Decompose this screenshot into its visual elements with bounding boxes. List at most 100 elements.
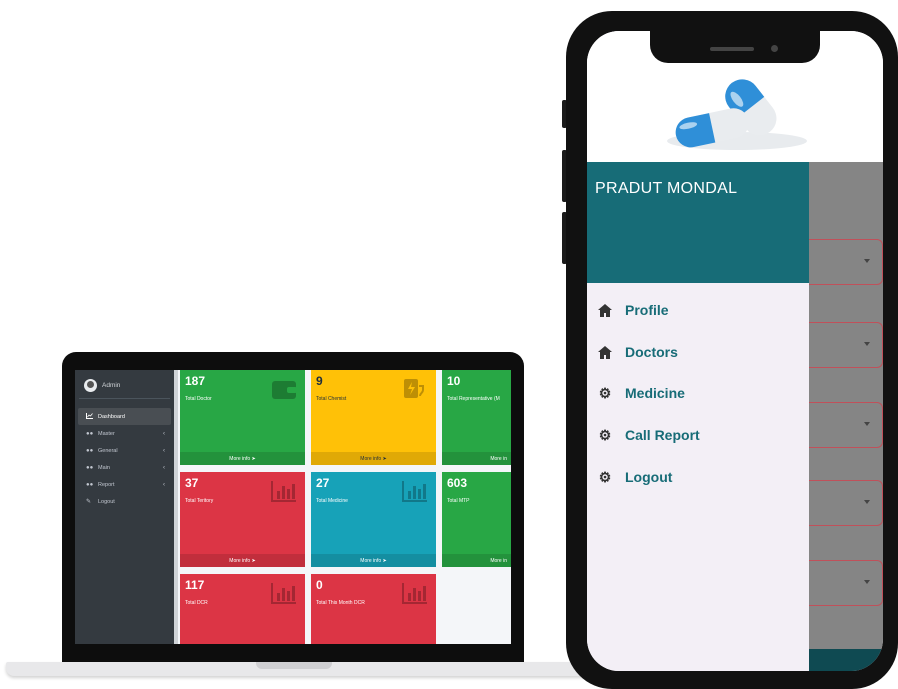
sidebar-item-logout[interactable]: ✎ Logout bbox=[78, 493, 171, 510]
sidebar-item-dashboard[interactable]: Dashboard bbox=[78, 408, 171, 425]
speaker bbox=[710, 47, 754, 51]
arrow-circle-right-icon: ➤ bbox=[382, 455, 387, 462]
stat-label: Total This Month DCR bbox=[316, 600, 365, 606]
laptop-frame: Admin Dashboard ●● Master ‹ ●● General ‹… bbox=[62, 352, 524, 664]
users-icon: ●● bbox=[86, 430, 94, 437]
drawer-item-doctors[interactable]: Doctors bbox=[597, 340, 678, 364]
sidebar-user[interactable]: Admin bbox=[84, 377, 120, 393]
stat-box-total-chemist: 9 Total Chemist More info ➤ bbox=[311, 370, 436, 465]
stat-value: 0 bbox=[316, 578, 323, 592]
drawer-item-label: Medicine bbox=[625, 385, 685, 401]
users-icon: ●● bbox=[86, 464, 94, 471]
more-info-link[interactable]: More info ➤ bbox=[180, 554, 305, 567]
sidebar-item-label: Report bbox=[98, 481, 115, 488]
stat-box-total-dcr: 117 Total DCR bbox=[180, 574, 305, 644]
chevron-left-icon: ‹ bbox=[163, 481, 165, 488]
users-icon: ●● bbox=[86, 481, 94, 488]
dropdown-field[interactable] bbox=[801, 322, 883, 368]
front-camera bbox=[771, 45, 778, 52]
stat-value: 603 bbox=[447, 476, 468, 490]
drawer-user-name: PRADUT MONDAL bbox=[595, 180, 738, 197]
capsule-logo bbox=[667, 79, 807, 150]
stat-label: Total Teritory bbox=[185, 498, 214, 504]
sidebar-item-report[interactable]: ●● Report ‹ bbox=[78, 476, 171, 493]
more-info-link[interactable]: More info ➤ bbox=[311, 554, 436, 567]
more-info-link[interactable]: More in bbox=[442, 554, 511, 567]
phone-notch bbox=[650, 31, 820, 63]
dropdown-arrow-icon bbox=[864, 422, 870, 426]
drawer-item-label: Call Report bbox=[625, 427, 700, 443]
stat-box-total-doctor: 187 Total Doctor More info ➤ bbox=[180, 370, 305, 465]
more-info-link[interactable]: More info ➤ bbox=[311, 452, 436, 465]
charging-station-icon bbox=[404, 379, 424, 398]
stat-value: 9 bbox=[316, 374, 323, 388]
drawer-item-call-report[interactable]: ⚙ Call Report bbox=[597, 423, 700, 447]
dropdown-field[interactable] bbox=[801, 402, 883, 448]
sidebar-item-label: Main bbox=[98, 464, 110, 471]
dropdown-field[interactable] bbox=[801, 239, 883, 285]
chevron-left-icon: ‹ bbox=[163, 430, 165, 437]
chevron-left-icon: ‹ bbox=[163, 447, 165, 454]
chevron-left-icon: ‹ bbox=[163, 464, 165, 471]
gear-icon: ⚙ bbox=[598, 468, 612, 485]
phone-frame: PRADUT MONDAL Profile Doctors ⚙ Medicine… bbox=[566, 11, 898, 689]
chart-icon bbox=[86, 412, 94, 421]
avatar bbox=[84, 378, 97, 392]
stat-box-total-representative: 10 Total Representative (M More in bbox=[442, 370, 511, 465]
sidebar-item-main[interactable]: ●● Main ‹ bbox=[78, 459, 171, 476]
stat-value: 37 bbox=[185, 476, 199, 490]
dropdown-arrow-icon bbox=[864, 259, 870, 263]
drawer-item-label: Logout bbox=[625, 469, 673, 485]
stat-label: Total MTP bbox=[447, 498, 470, 504]
stat-value: 27 bbox=[316, 476, 330, 490]
drawer-item-medicine[interactable]: ⚙ Medicine bbox=[597, 381, 685, 405]
sidebar-nav: Dashboard ●● Master ‹ ●● General ‹ ●● Ma… bbox=[78, 408, 171, 510]
drawer-item-logout[interactable]: ⚙ Logout bbox=[597, 465, 673, 489]
laptop-base-notch bbox=[256, 662, 332, 669]
laptop-base bbox=[6, 662, 604, 676]
stat-label: Total Medicine bbox=[316, 498, 348, 504]
arrow-circle-right-icon: ➤ bbox=[251, 455, 256, 462]
arrow-circle-right-icon: ➤ bbox=[382, 557, 387, 564]
sidebar-item-general[interactable]: ●● General ‹ bbox=[78, 442, 171, 459]
wallet-icon bbox=[272, 381, 297, 399]
stat-label: Total Representative (M bbox=[447, 396, 500, 402]
edit-icon: ✎ bbox=[86, 499, 92, 505]
drawer-header: PRADUT MONDAL bbox=[587, 162, 809, 283]
content-scrim[interactable] bbox=[801, 162, 883, 671]
dropdown-arrow-icon bbox=[864, 580, 870, 584]
home-icon bbox=[597, 302, 613, 318]
nav-drawer: PRADUT MONDAL Profile Doctors ⚙ Medicine… bbox=[587, 162, 809, 671]
stat-box-total-teritory: 37 Total Teritory More info ➤ bbox=[180, 472, 305, 567]
laptop-screen: Admin Dashboard ●● Master ‹ ●● General ‹… bbox=[75, 370, 511, 644]
gear-icon: ⚙ bbox=[598, 426, 612, 443]
stat-value: 117 bbox=[185, 578, 205, 592]
stat-value: 10 bbox=[447, 374, 461, 388]
dropdown-field[interactable] bbox=[801, 480, 883, 526]
drawer-item-profile[interactable]: Profile bbox=[597, 298, 669, 322]
drawer-item-label: Profile bbox=[625, 302, 669, 318]
more-info-link[interactable]: More in bbox=[442, 452, 511, 465]
dropdown-arrow-icon bbox=[864, 342, 870, 346]
gear-icon: ⚙ bbox=[598, 384, 612, 401]
stat-label: Total Doctor bbox=[185, 396, 212, 402]
sidebar-item-label: General bbox=[98, 447, 118, 454]
stat-value: 187 bbox=[185, 374, 206, 388]
drawer-item-label: Doctors bbox=[625, 344, 678, 360]
admin-sidebar: Admin Dashboard ●● Master ‹ ●● General ‹… bbox=[75, 370, 174, 644]
sidebar-divider bbox=[79, 398, 170, 399]
bar-chart-icon bbox=[271, 481, 296, 502]
stat-label: Total Chemist bbox=[316, 396, 347, 402]
stat-box-total-this-month-dcr: 0 Total This Month DCR bbox=[311, 574, 436, 644]
dropdown-field[interactable] bbox=[801, 560, 883, 606]
sidebar-item-label: Logout bbox=[98, 498, 115, 505]
sidebar-item-label: Master bbox=[98, 430, 115, 437]
more-info-link[interactable]: More info ➤ bbox=[180, 452, 305, 465]
bar-chart-icon bbox=[402, 481, 427, 502]
sidebar-item-master[interactable]: ●● Master ‹ bbox=[78, 425, 171, 442]
stat-label: Total DCR bbox=[185, 600, 208, 606]
phone-screen: PRADUT MONDAL Profile Doctors ⚙ Medicine… bbox=[587, 31, 883, 671]
home-icon bbox=[597, 344, 613, 360]
bar-chart-icon bbox=[402, 583, 427, 604]
sidebar-item-label: Dashboard bbox=[98, 413, 125, 420]
